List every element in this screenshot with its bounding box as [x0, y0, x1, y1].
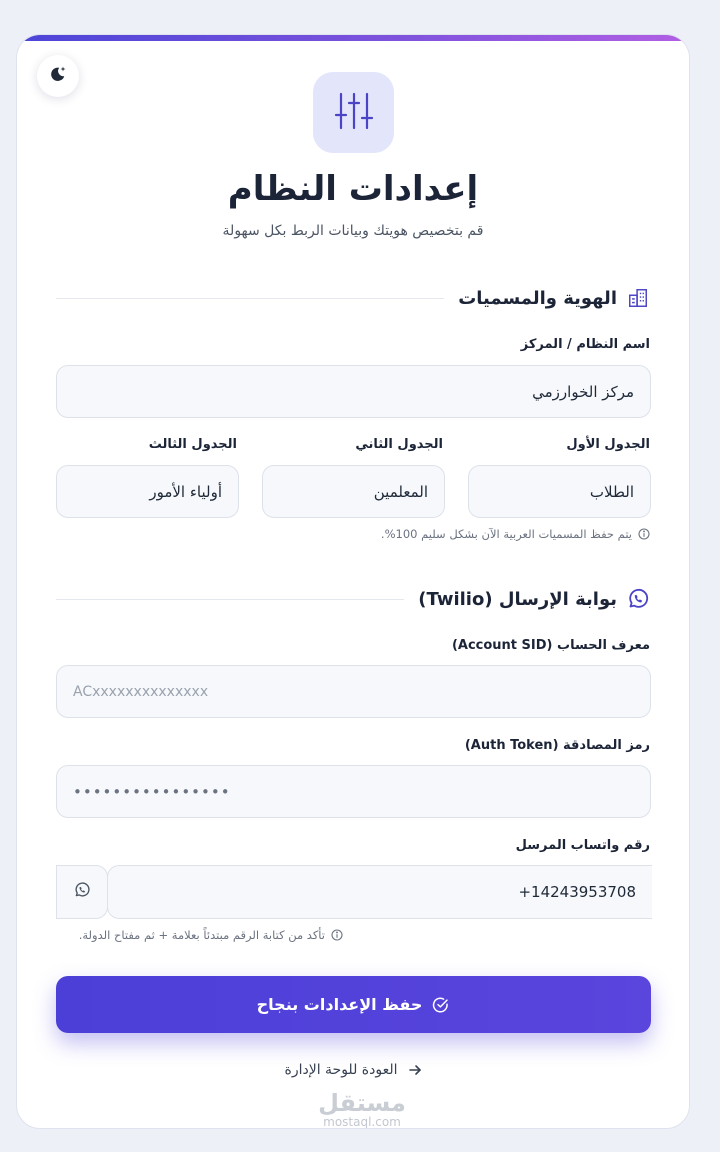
sender-number-input[interactable]: +14243953708 [107, 865, 652, 919]
check-circle-icon [432, 996, 450, 1014]
identity-section-title: الهوية والمسميات [458, 287, 617, 309]
table3-label: الجدول الثالث [148, 437, 237, 452]
save-settings-label: حفظ الإعدادات بنجاح [256, 995, 423, 1014]
whatsapp-icon [625, 586, 651, 612]
table2-label: الجدول الثاني [355, 437, 443, 452]
watermark-main: مستقل [318, 1089, 406, 1117]
section-divider [56, 598, 405, 600]
arrow-left-icon [408, 1063, 422, 1077]
system-name-input[interactable]: مركز الخوارزمي [56, 365, 651, 418]
whatsapp-icon [73, 881, 91, 903]
identity-hint: يتم حفظ المسميات العربية الآن بشكل سليم … [381, 527, 650, 541]
sender-number-hint-text: تأكد من كتابة الرقم مبتدئاً بعلامة + ثم … [78, 928, 325, 942]
hero-icon-tile [313, 72, 394, 153]
info-icon [331, 929, 343, 941]
card-accent-bar [17, 35, 689, 41]
auth-token-input[interactable]: •••••••••••••••• [56, 765, 651, 818]
theme-toggle-button[interactable] [37, 55, 79, 97]
sender-number-hint: تأكد من كتابة الرقم مبتدئاً بعلامة + ثم … [79, 928, 343, 942]
identity-section-header: الهوية والمسميات [56, 283, 651, 313]
sender-number-group: +14243953708 [56, 865, 652, 919]
watermark-sub: mostaql.com [323, 1115, 401, 1129]
page-subtitle: قم بتخصيص هويتك وبيانات الربط بكل سهولة [222, 223, 484, 239]
sender-number-label: رقم واتساب المرسل [515, 838, 650, 853]
section-divider [56, 297, 445, 299]
gateway-section-header: بوابة الإرسال (Twilio) [56, 584, 651, 614]
sender-number-addon [56, 865, 108, 919]
page-title: إعدادات النظام [227, 169, 479, 209]
account-sid-label: معرف الحساب (Account SID) [451, 638, 650, 653]
account-sid-input[interactable]: ACxxxxxxxxxxxxxx [56, 665, 651, 718]
table2-input[interactable]: المعلمين [262, 465, 445, 518]
back-to-dashboard-label: العودة للوحة الإدارة [284, 1062, 398, 1078]
settings-card: إعدادات النظام قم بتخصيص هويتك وبيانات ا… [16, 34, 690, 1129]
moon-sparkle-icon [48, 64, 68, 88]
info-icon [638, 528, 650, 540]
sliders-icon [332, 89, 376, 137]
back-to-dashboard-link[interactable]: العودة للوحة الإدارة [17, 1062, 689, 1078]
gateway-section-title: بوابة الإرسال (Twilio) [418, 588, 617, 610]
watermark-logo: مستقل mostaql.com [312, 1091, 412, 1128]
table3-input[interactable]: أولياء الأمور [56, 465, 239, 518]
table1-input[interactable]: الطلاب [468, 465, 651, 518]
system-name-label: اسم النظام / المركز [520, 337, 650, 352]
auth-token-label: رمز المصادقة (Auth Token) [464, 738, 650, 753]
building-icon [625, 285, 651, 311]
table1-label: الجدول الأول [566, 437, 650, 452]
identity-hint-text: يتم حفظ المسميات العربية الآن بشكل سليم … [380, 527, 632, 541]
save-settings-button[interactable]: حفظ الإعدادات بنجاح [56, 976, 651, 1033]
